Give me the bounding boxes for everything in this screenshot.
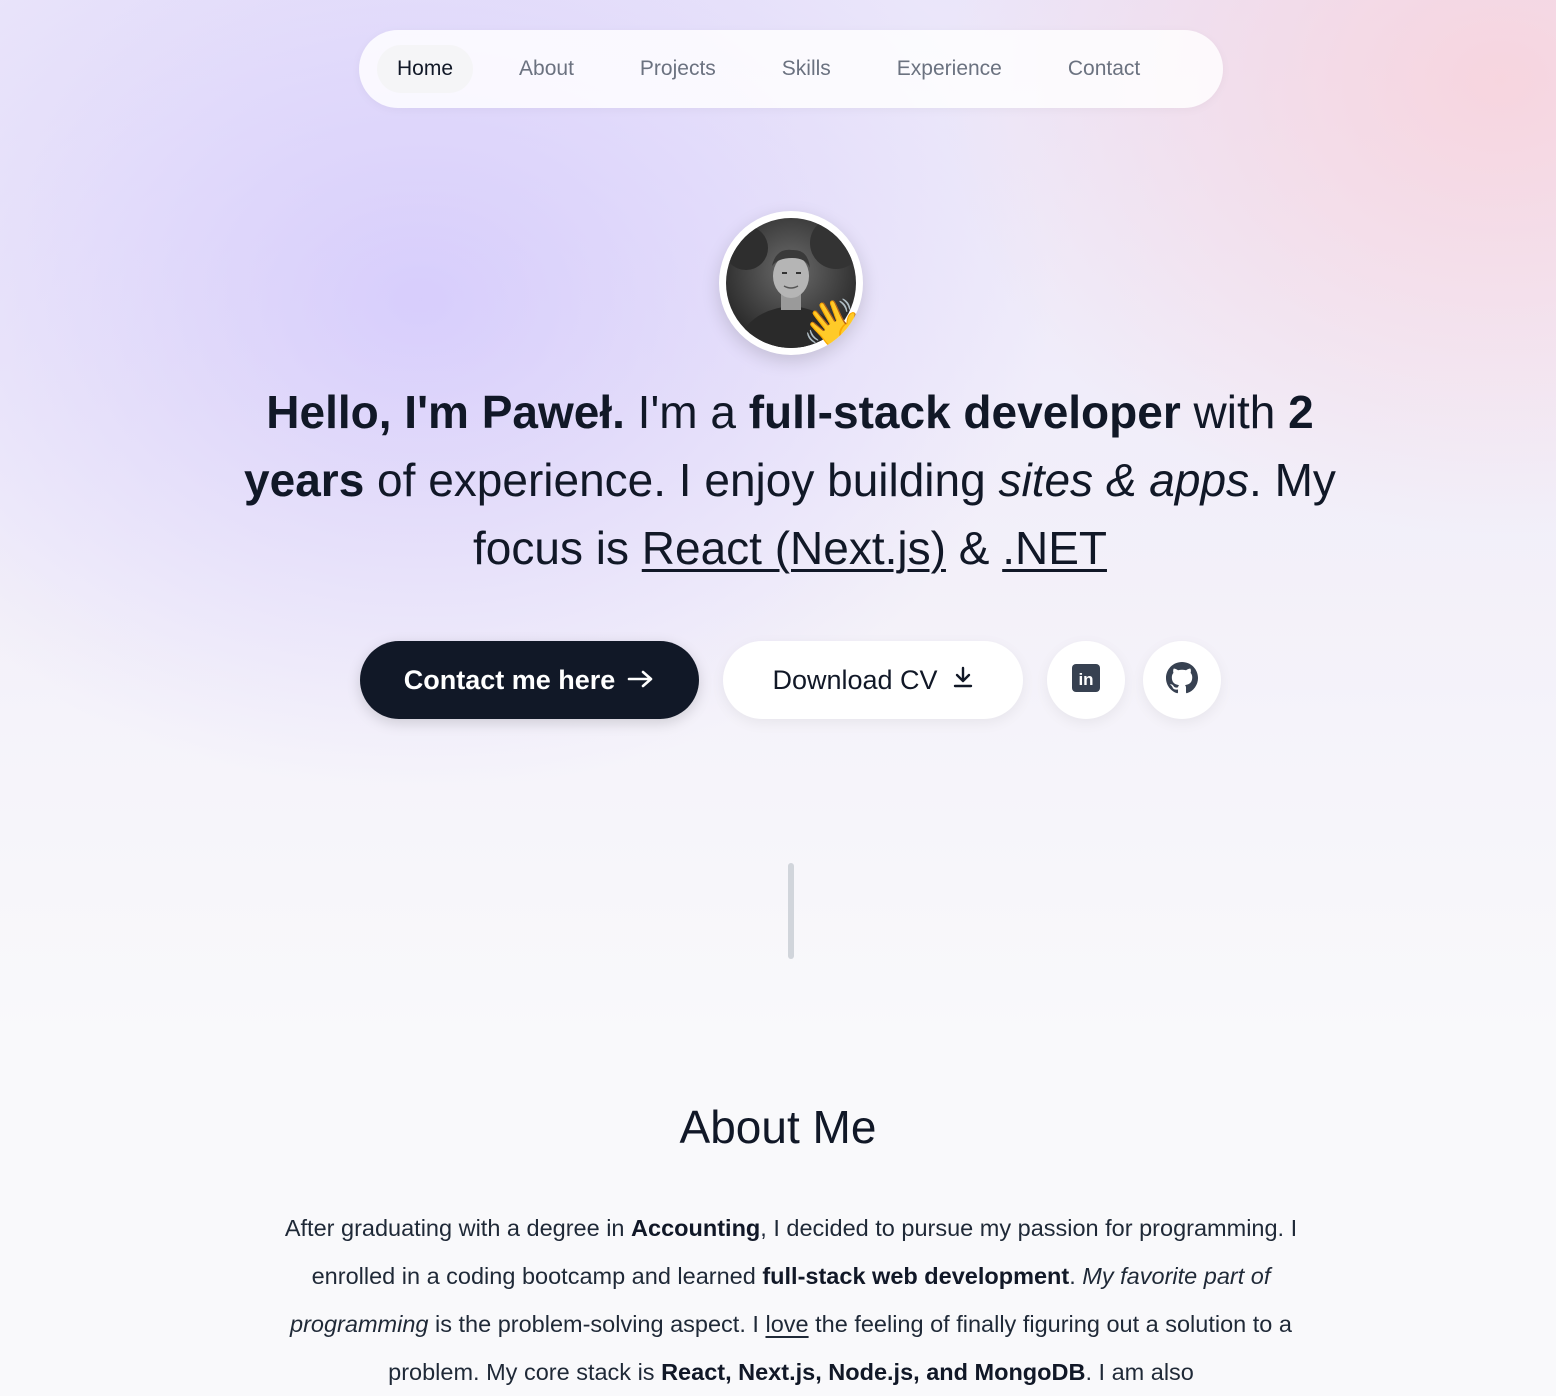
linkedin-icon: in <box>1071 663 1101 698</box>
headline-text: of experience. I enjoy building <box>364 454 999 506</box>
about-text: After graduating with a degree in <box>284 1215 632 1241</box>
headline-dotnet: .NET <box>1002 522 1107 574</box>
contact-button-label: Contact me here <box>403 664 616 695</box>
linkedin-button[interactable]: in <box>1047 641 1125 719</box>
headline-react: React (Next.js) <box>641 522 946 574</box>
about-text: is the problem-solving aspect. I <box>428 1311 766 1337</box>
headline-text: with <box>1180 386 1289 438</box>
about-text: . <box>1069 1263 1083 1289</box>
download-cv-button[interactable]: Download CV <box>723 641 1023 719</box>
github-button[interactable] <box>1143 641 1221 719</box>
nav-item-experience[interactable]: Experience <box>877 45 1022 93</box>
arrow-right-icon <box>627 665 655 696</box>
download-cv-label: Download CV <box>772 664 938 695</box>
nav-item-contact[interactable]: Contact <box>1048 45 1160 93</box>
nav-item-skills[interactable]: Skills <box>762 45 851 93</box>
top-navigation: Home About Projects Skills Experience Co… <box>359 30 1223 108</box>
nav-item-about[interactable]: About <box>499 45 594 93</box>
waving-hand-icon: 👋 <box>801 297 863 353</box>
download-icon <box>952 665 974 696</box>
about-accounting: Accounting <box>631 1215 761 1241</box>
about-love: love <box>765 1311 809 1337</box>
headline-greeting: Hello, I'm Paweł. <box>266 386 625 438</box>
nav-item-projects[interactable]: Projects <box>620 45 736 93</box>
contact-me-button[interactable]: Contact me here <box>360 641 699 719</box>
headline-text: & <box>945 522 1003 574</box>
headline-role: full-stack developer <box>748 386 1181 438</box>
about-paragraph: After graduating with a degree in Accoun… <box>248 1204 1334 1396</box>
hero-headline: Hello, I'm Paweł. I'm a full-stack devel… <box>240 378 1340 582</box>
avatar: 👋 <box>719 211 863 355</box>
linkedin-icon-label: in <box>1078 670 1093 689</box>
headline-sites-apps: sites & apps <box>998 454 1250 506</box>
section-divider <box>788 863 794 959</box>
about-fullstack: full-stack web development <box>762 1263 1070 1289</box>
nav-item-home[interactable]: Home <box>377 45 474 93</box>
about-text: . I am also <box>1085 1359 1194 1385</box>
github-icon <box>1166 661 1198 699</box>
about-title: About Me <box>679 1101 877 1153</box>
about-stack: React, Next.js, Node.js, and MongoDB <box>661 1359 1086 1385</box>
headline-text: I'm a <box>624 386 749 438</box>
profile-avatar-container: 👋 <box>719 211 863 355</box>
